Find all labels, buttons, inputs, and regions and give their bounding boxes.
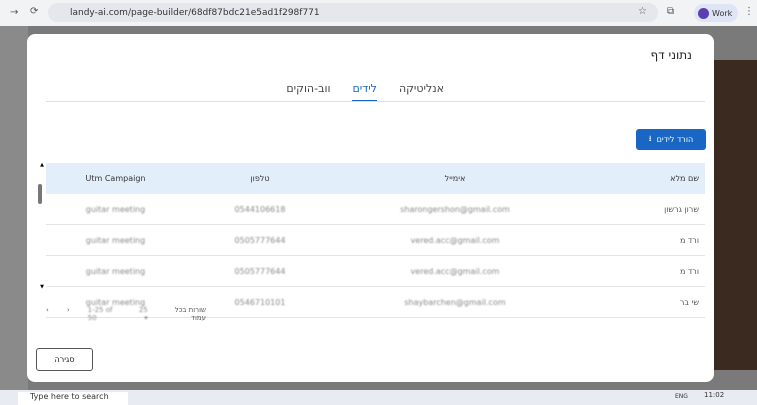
leads-table: שם מלא אימייל טלפון Utm Campaign שרון גר…	[46, 163, 705, 318]
language-indicator[interactable]: ENG	[675, 393, 688, 400]
page-range: 1-25 of 50	[87, 306, 113, 322]
search-placeholder: Type here to search	[30, 392, 109, 401]
table-scrollbar[interactable]: ▲ ▼	[36, 162, 44, 292]
tab-leads[interactable]: לידים	[352, 82, 377, 102]
cell-utm: guitar meeting	[85, 204, 146, 214]
cell-phone: 0546710101	[234, 297, 286, 307]
taskbar-search[interactable]: Type here to search	[18, 392, 128, 405]
backdrop-sidebar	[0, 26, 28, 390]
scroll-down-icon[interactable]: ▼	[40, 284, 44, 290]
cell-utm: guitar meeting	[85, 266, 146, 276]
cell-phone: 0505777644	[234, 266, 286, 276]
pagination: שורות בכל עמוד 25 ▾ 1-25 of 50 ‹ ›	[46, 306, 206, 322]
backdrop-preview	[714, 60, 757, 370]
scrollbar-thumb[interactable]	[38, 184, 42, 204]
tab-webhooks[interactable]: ווב-הוקים	[286, 82, 330, 102]
table-header: שם מלא אימייל טלפון Utm Campaign	[46, 163, 705, 194]
column-header[interactable]: Utm Campaign	[46, 174, 185, 183]
modal-title: נתוני דף	[650, 48, 693, 62]
profile-button[interactable]: Work	[694, 4, 738, 22]
cell-email: vered.acc@gmail.com	[410, 235, 500, 245]
cell-email: shaybarchen@gmail.com	[404, 297, 506, 307]
column-header[interactable]: שם מלא	[575, 174, 705, 183]
column-header[interactable]: אימייל	[335, 174, 575, 183]
page-data-modal: נתוני דף אנליטיקה לידים ווב-הוקים הורד ל…	[27, 34, 714, 382]
rows-per-page-value: 25	[138, 306, 148, 314]
menu-icon[interactable]: ⋮	[744, 6, 754, 17]
cell-name: שרון גרשון	[664, 204, 699, 214]
tabs: אנליטיקה לידים ווב-הוקים	[286, 82, 444, 102]
cell-phone: 0544106618	[234, 204, 286, 214]
download-icon: ⭳	[648, 133, 652, 143]
extensions-icon[interactable]: ⧉	[667, 6, 674, 17]
cell-name: שי בר	[679, 297, 699, 307]
star-icon[interactable]: ☆	[638, 6, 647, 17]
profile-label: Work	[712, 8, 733, 18]
cell-name: ורד מ	[679, 266, 699, 276]
next-page-icon[interactable]: ›	[46, 306, 49, 322]
tabs-divider	[46, 101, 705, 102]
download-label: הורד לידים	[656, 135, 694, 144]
table-row[interactable]: ורד מ vered.acc@gmail.com 0505777644 guitar…	[46, 225, 705, 256]
taskbar: Type here to search ENG 11:02	[0, 390, 757, 405]
forward-icon[interactable]: →	[10, 7, 18, 18]
avatar	[698, 7, 709, 19]
browser-toolbar: → ⟳ landy-ai.com/page-builder/68df87bdc2…	[0, 0, 757, 26]
download-leads-button[interactable]: הורד לידים ⭳	[636, 129, 706, 150]
rows-per-page-select[interactable]: 25 ▾	[136, 306, 148, 322]
close-button[interactable]: סגירה	[36, 348, 93, 371]
address-bar[interactable]: landy-ai.com/page-builder/68df87bdc21e5a…	[48, 3, 658, 22]
url-text: landy-ai.com/page-builder/68df87bdc21e5a…	[70, 7, 320, 18]
cell-name: ורד מ	[679, 235, 699, 245]
column-header[interactable]: טלפון	[185, 174, 335, 183]
cell-utm: guitar meeting	[85, 235, 146, 245]
reload-icon[interactable]: ⟳	[30, 6, 38, 17]
cell-email: vered.acc@gmail.com	[410, 266, 500, 276]
prev-page-icon[interactable]: ‹	[67, 306, 70, 322]
cell-phone: 0505777644	[234, 235, 286, 245]
table-row[interactable]: שרון גרשון sharongershon@gmail.com 0544106…	[46, 194, 705, 225]
cell-email: sharongershon@gmail.com	[400, 204, 510, 214]
scroll-up-icon[interactable]: ▲	[40, 162, 44, 168]
table-row[interactable]: ורד מ vered.acc@gmail.com 0505777644 guitar…	[46, 256, 705, 287]
rows-per-page-label: שורות בכל עמוד	[174, 306, 206, 322]
tab-analytics[interactable]: אנליטיקה	[399, 82, 444, 102]
clock[interactable]: 11:02	[704, 391, 724, 399]
